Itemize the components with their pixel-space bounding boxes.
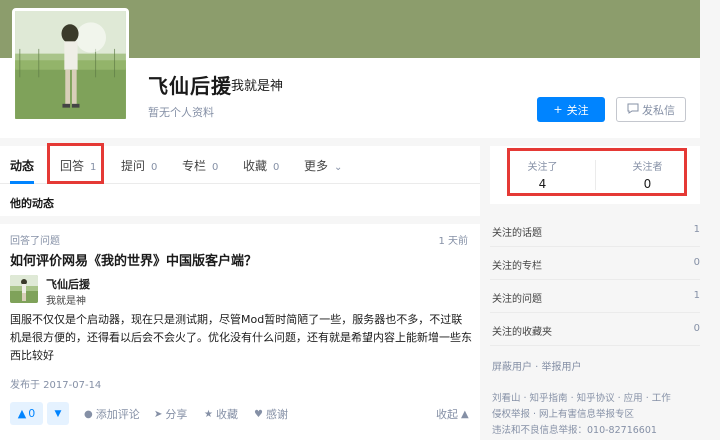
sidebar-list: 关注的话题 1 关注的专栏 0 关注的问题 1 关注的收藏夹 0	[490, 214, 700, 346]
tab-label: 更多	[304, 159, 329, 173]
chevron-up-icon: ▲	[461, 408, 469, 420]
sidebar-item-columns[interactable]: 关注的专栏 0	[490, 247, 700, 280]
collapse-button[interactable]: 收起 ▲	[436, 406, 469, 422]
tab-questions[interactable]: 提问 0	[121, 157, 157, 174]
sidebar-item-label: 关注的专栏	[492, 261, 542, 272]
sidebar-item-collections[interactable]: 关注的收藏夹 0	[490, 313, 700, 346]
sidebar-item-label: 关注的问题	[492, 294, 542, 305]
highlight-box-answers-tab	[47, 143, 104, 184]
share-label: 分享	[165, 408, 188, 421]
sidebar-item-count: 1	[693, 290, 700, 301]
share-icon: ➤	[154, 408, 163, 420]
question-title-link[interactable]: 如何评价网易《我的世界》中国版客户端？	[10, 250, 257, 269]
sidebar-item-count: 0	[693, 323, 700, 334]
footer-links[interactable]: 刘看山 · 知乎指南 · 知乎协议 · 应用 · 工作	[492, 391, 700, 407]
footer: 刘看山 · 知乎指南 · 知乎协议 · 应用 · 工作 侵权举报 · 网上有害信…	[492, 391, 700, 439]
vote-count: 0	[28, 407, 36, 420]
activity-meta: 回答了问题	[10, 236, 60, 247]
sidebar-item-topics[interactable]: 关注的话题 1	[490, 214, 700, 247]
message-button-label: 发私信	[642, 103, 675, 117]
upvote-button[interactable]: ▲ 0	[10, 402, 43, 425]
comment-label: 添加评论	[95, 408, 140, 421]
highlight-box-follow-stats	[507, 148, 687, 196]
downvote-button[interactable]: ▼	[47, 402, 69, 425]
collect-button[interactable]: ★ 收藏	[204, 406, 238, 422]
avatar-photo	[15, 11, 126, 119]
thanks-label: 感谢	[265, 408, 288, 421]
tab-count: 0	[151, 162, 158, 173]
tab-count: 0	[212, 162, 219, 173]
footer-hotline: 违法和不良信息举报：010-82716601	[492, 425, 657, 436]
comment-button[interactable]: ● 添加评论	[84, 406, 140, 422]
tab-more[interactable]: 更多 ⌄	[304, 157, 342, 174]
comment-icon: ●	[84, 408, 93, 420]
author-headline: 我就是神	[46, 296, 86, 307]
block-report-links[interactable]: 屏蔽用户 · 举报用户	[492, 358, 582, 373]
footer-report-links[interactable]: 侵权举报 · 网上有害信息举报专区	[492, 407, 700, 423]
profile-headline: 我就是神	[231, 79, 284, 94]
tab-label: 提问	[121, 159, 146, 173]
answer-actions: ▲ 0 ▼ ● 添加评论 ➤ 分享 ★ 收藏 ♥ 感谢 收起 ▲	[10, 402, 472, 426]
publish-date[interactable]: 发布于 2017-07-14	[10, 376, 101, 391]
sidebar-item-label: 关注的话题	[492, 228, 542, 239]
chat-icon	[627, 103, 639, 117]
profile-empty-bio: 暂无个人资料	[148, 106, 214, 119]
follow-button-label: 关注	[566, 103, 589, 117]
thanks-button[interactable]: ♥ 感谢	[254, 406, 288, 422]
tab-collections[interactable]: 收藏 0	[243, 157, 279, 174]
tab-label: 收藏	[243, 159, 268, 173]
author-name-link[interactable]: 飞仙后援	[46, 276, 90, 292]
collect-label: 收藏	[215, 408, 238, 421]
tab-activity[interactable]: 动态	[10, 157, 34, 174]
heart-icon: ♥	[254, 408, 263, 420]
activity-card: 动态 回答 1 提问 0 专栏 0 收藏 0 更多 ⌄ 他的动态 回答了问题 1…	[0, 143, 480, 440]
tab-columns[interactable]: 专栏 0	[182, 157, 218, 174]
active-tab-indicator	[10, 181, 34, 184]
tab-label: 动态	[10, 159, 35, 173]
message-button[interactable]: 发私信	[616, 97, 686, 122]
author-avatar[interactable]	[10, 275, 38, 303]
profile-header: 飞仙后援 我就是神 暂无个人资料 + 关注 发私信	[0, 0, 700, 138]
sidebar-item-count: 1	[693, 224, 700, 235]
upvote-arrow-icon: ▲	[17, 407, 27, 420]
sidebar-item-questions[interactable]: 关注的问题 1	[490, 280, 700, 313]
tab-label: 专栏	[182, 159, 207, 173]
share-button[interactable]: ➤ 分享	[154, 406, 187, 422]
downvote-arrow-icon: ▼	[54, 408, 62, 419]
profile-avatar[interactable]	[12, 8, 129, 122]
follow-button[interactable]: + 关注	[537, 97, 605, 122]
tab-count: 0	[273, 162, 280, 173]
plus-icon: +	[553, 103, 563, 116]
activity-time: 1 天前	[438, 236, 468, 247]
collapse-label: 收起	[436, 408, 458, 421]
profile-name: 飞仙后援	[148, 74, 232, 98]
sidebar-item-count: 0	[693, 257, 700, 268]
divider	[0, 216, 480, 224]
sidebar-item-label: 关注的收藏夹	[492, 327, 552, 338]
answer-content[interactable]: 国服不仅仅是个启动器，现在只是测试期，尽管Mod暂时简陋了一些，服务器也不多，不…	[10, 311, 472, 365]
star-icon: ★	[204, 408, 213, 420]
chevron-down-icon: ⌄	[334, 162, 343, 173]
section-title: 他的动态	[10, 197, 54, 210]
